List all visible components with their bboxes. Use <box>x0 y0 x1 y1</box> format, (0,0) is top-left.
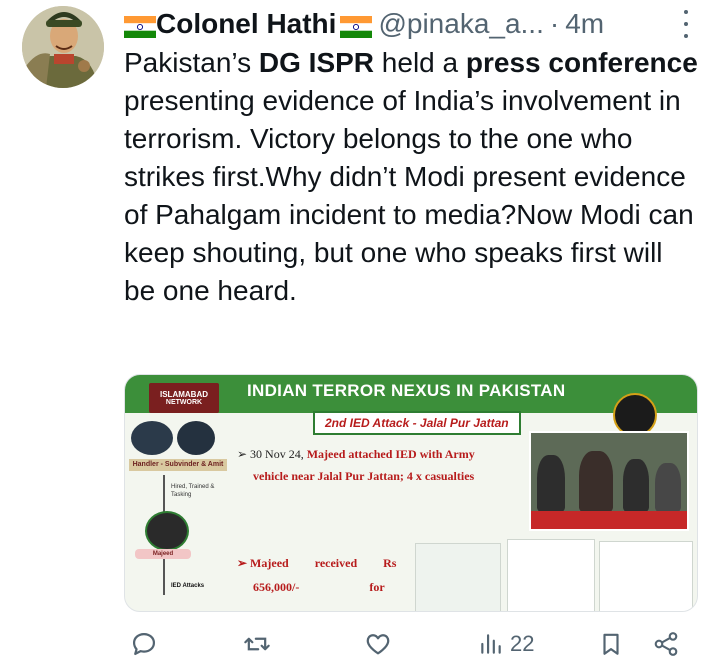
receipt-screenshot <box>599 541 693 611</box>
heart-icon <box>366 634 390 655</box>
tweet-text-bold: DG ISPR <box>258 47 375 78</box>
slide-subtitle: 2nd IED Attack - Jalal Pur Jattan <box>313 411 521 435</box>
flow-diagram: Handler - Subvinder & Amit Hired, Traine… <box>125 415 229 611</box>
reply-button[interactable] <box>130 624 158 664</box>
handler-photo <box>131 421 173 455</box>
tweet-header: Colonel Hathi @pinaka_a... · 4m <box>124 4 704 44</box>
india-flag-icon <box>340 13 373 38</box>
india-flag-icon <box>124 13 156 38</box>
like-button[interactable] <box>364 624 392 664</box>
bullet-highlight: Majeed attached IED with Army <box>306 447 475 461</box>
views-count: 22 <box>510 631 535 656</box>
more-options-icon[interactable] <box>682 10 690 38</box>
tweet-timestamp[interactable]: 4m <box>565 8 604 40</box>
tweet-media[interactable]: ISLAMABAD NETWORK INDIAN TERROR NEXUS IN… <box>124 374 698 612</box>
handler-photo <box>177 421 215 455</box>
majeed-photo <box>145 511 189 551</box>
author-name[interactable]: Colonel Hathi <box>156 8 336 40</box>
tweet-text-segment: presenting evidence of India’s involveme… <box>124 85 694 306</box>
slide-bullet: ➢ 30 Nov 24, Majeed attached IED with Ar… <box>237 443 537 487</box>
bookmark-icon <box>603 633 619 655</box>
retweet-icon <box>244 637 270 651</box>
views-button[interactable]: 22 <box>478 624 534 664</box>
tweet-text: Pakistan’s DG ISPR held a press conferen… <box>124 44 699 310</box>
islamabad-network-badge: ISLAMABAD NETWORK <box>149 383 219 413</box>
reply-icon <box>132 632 156 656</box>
separator-dot: · <box>549 8 560 39</box>
receipt-screenshot <box>507 539 595 611</box>
share-icon <box>654 632 678 656</box>
tweet-text-segment: Pakistan’s <box>124 47 259 78</box>
bullet-text: vehicle near Jalal Pur Jattan; 4 x casua… <box>253 469 475 483</box>
press-conference-video-frame <box>529 431 689 531</box>
news-ticker <box>531 511 687 529</box>
majeed-label: Majeed <box>135 549 191 559</box>
avatar[interactable] <box>22 6 104 88</box>
hired-label: Hired, Trained & Tasking <box>171 484 215 498</box>
share-button[interactable] <box>652 624 680 664</box>
handler-label: Handler - Subvinder & Amit <box>129 459 227 471</box>
receipt-screenshot <box>415 543 501 611</box>
tweet-text-bold: press conference <box>465 47 698 78</box>
ied-attacks-label: IED Attacks <box>171 583 205 589</box>
tweet-action-bar: 22 <box>124 624 692 664</box>
author-handle[interactable]: @pinaka_a... <box>378 8 543 40</box>
bookmark-button[interactable] <box>598 624 624 664</box>
tweet-text-segment: held a <box>374 47 466 78</box>
bullet-text: ➢ 30 Nov 24, <box>237 447 307 461</box>
retweet-button[interactable] <box>242 624 272 664</box>
avatar-image <box>22 6 104 88</box>
slide-title: INDIAN TERROR NEXUS IN PAKISTAN <box>247 381 566 400</box>
views-icon <box>481 634 501 654</box>
